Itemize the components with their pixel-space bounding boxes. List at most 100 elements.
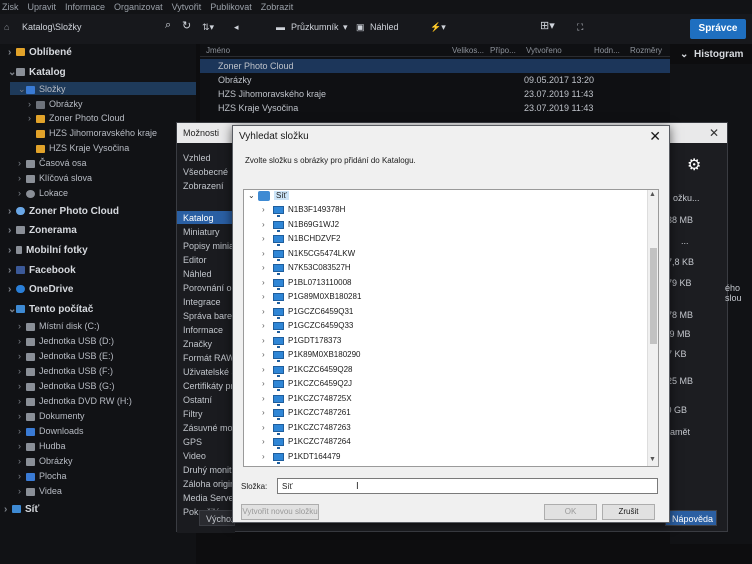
defaults-button[interactable]: Výchoz: [199, 510, 236, 526]
scrollbar-thumb[interactable]: [650, 248, 657, 344]
chevron-right-icon[interactable]: ›: [262, 278, 265, 287]
tree-item[interactable]: › P1KCZC748725X: [244, 393, 644, 407]
flash-icon[interactable]: ⚡▾: [430, 22, 446, 33]
back-icon[interactable]: ◂: [234, 22, 239, 33]
tree-item[interactable]: › P1GDT178373: [244, 335, 644, 349]
tree-item-zonerama[interactable]: › Zonerama: [8, 225, 77, 236]
column-header[interactable]: Hodn...: [594, 46, 620, 55]
chevron-right-icon[interactable]: ›: [262, 292, 265, 301]
nav-item[interactable]: Media Server: [183, 493, 237, 503]
menu-organizovat[interactable]: Organizovat: [114, 2, 163, 12]
grid-icon[interactable]: ⊞▾: [540, 19, 555, 32]
tree-item[interactable]: › P1BL0713110008: [244, 277, 644, 291]
chevron-right-icon[interactable]: ›: [262, 307, 265, 316]
chevron-right-icon[interactable]: ›: [262, 234, 265, 243]
spravce-button[interactable]: Správce: [690, 19, 746, 39]
menu-publikovat[interactable]: Publikovat: [210, 2, 252, 12]
nav-item[interactable]: Popisy minia: [183, 241, 237, 251]
tree-item[interactable]: › P1KCZC6459Q2J: [244, 378, 644, 392]
chevron-down-icon[interactable]: ⌄: [248, 191, 255, 200]
tree-item-hzs-jm[interactable]: HZS Jihomoravského kraje: [36, 128, 157, 138]
refresh-icon[interactable]: ↻: [182, 19, 191, 32]
tree-item-hzs-vys[interactable]: HZS Kraje Vysočina: [36, 143, 129, 153]
list-item[interactable]: Obrázky 09.05.2017 13:20: [200, 73, 670, 87]
column-header[interactable]: Velikos...: [452, 46, 484, 55]
tree-item[interactable]: › P1KDT164479: [244, 451, 644, 465]
tree-item-folder[interactable]: › Plocha: [18, 471, 67, 481]
sort-icon[interactable]: ⇅▾: [202, 22, 214, 33]
tree-item[interactable]: › P1KCZC7487261: [244, 407, 644, 421]
column-header[interactable]: Přípo...: [490, 46, 516, 55]
tree-item-mobilni[interactable]: › Mobilní fotky: [8, 245, 88, 256]
list-item[interactable]: HZS Kraje Vysočina 23.07.2019 11:43: [200, 101, 670, 115]
breadcrumb[interactable]: Katalog\Složky: [22, 22, 82, 32]
tree-item-root[interactable]: ⌄ Síť: [244, 190, 644, 204]
chevron-right-icon[interactable]: ›: [262, 350, 265, 359]
tree-item[interactable]: › N1BCHDZVF2: [244, 233, 644, 247]
column-header[interactable]: Jméno: [206, 46, 230, 55]
tree-item-folder[interactable]: › Hudba: [18, 441, 66, 451]
nav-item[interactable]: Video: [183, 451, 237, 461]
expand-icon[interactable]: ›: [8, 47, 16, 58]
nav-item[interactable]: Náhled: [183, 269, 237, 279]
tree-item-oblibene[interactable]: › Oblíbené: [8, 47, 72, 58]
tree-item-drive[interactable]: › Místní disk (C:): [18, 321, 100, 331]
tree-item[interactable]: › P1GCZC6459Q31: [244, 306, 644, 320]
chevron-right-icon[interactable]: ›: [262, 379, 265, 388]
fullscreen-icon[interactable]: ⛶: [577, 22, 583, 33]
scroll-down-icon[interactable]: ▼: [649, 456, 656, 463]
chevron-right-icon[interactable]: ›: [262, 365, 265, 374]
chevron-right-icon[interactable]: ›: [262, 249, 265, 258]
tree-item-katalog[interactable]: ⌄ Katalog: [8, 67, 66, 78]
chevron-right-icon[interactable]: ›: [262, 394, 265, 403]
tree-item-facebook[interactable]: › Facebook: [8, 265, 76, 276]
tree-item-folder[interactable]: › Videa: [18, 486, 62, 496]
tree-item-zoner-cloud-folder[interactable]: › Zoner Photo Cloud: [28, 113, 125, 123]
nav-item[interactable]: Filtry: [183, 409, 237, 419]
close-icon[interactable]: ✕: [709, 126, 719, 140]
tree-item-onedrive[interactable]: › OneDrive: [8, 284, 73, 295]
chevron-right-icon[interactable]: ›: [262, 408, 265, 417]
chevron-right-icon[interactable]: ›: [262, 263, 265, 272]
nav-item[interactable]: GPS: [183, 437, 237, 447]
chevron-right-icon[interactable]: ›: [262, 321, 265, 330]
menu-zobrazit[interactable]: Zobrazit: [261, 2, 294, 12]
pruzkumnik-button[interactable]: Průzkumník: [291, 22, 339, 32]
tree-item[interactable]: › P1KCZC6459Q28: [244, 364, 644, 378]
dropdown-icon[interactable]: ▾: [343, 22, 348, 33]
tree-item[interactable]: › N7K53C083527H: [244, 262, 644, 276]
nav-item[interactable]: Záloha origin: [183, 479, 237, 489]
tree-item[interactable]: › P1KCZC7487263: [244, 422, 644, 436]
tree-item-drive[interactable]: › Jednotka DVD RW (H:): [18, 396, 132, 406]
nav-item[interactable]: Porovnání ol: [183, 283, 237, 293]
new-folder-button[interactable]: Vytvořit novou složku: [241, 504, 319, 520]
gear-icon[interactable]: ⚙: [687, 155, 701, 175]
tree-item-drive[interactable]: › Jednotka USB (E:): [18, 351, 114, 361]
nav-item[interactable]: Editor: [183, 255, 237, 265]
tree-item-folder[interactable]: › Obrázky: [18, 456, 73, 466]
scroll-up-icon[interactable]: ▲: [649, 191, 656, 198]
nav-item-selected[interactable]: Katalog: [183, 213, 237, 223]
column-header[interactable]: Rozměry: [630, 46, 662, 55]
list-item[interactable]: Zoner Photo Cloud: [200, 59, 670, 73]
tree-item-folder[interactable]: › Downloads: [18, 426, 84, 436]
tree-item[interactable]: › N1B69G1WJ2: [244, 219, 644, 233]
menu-informace[interactable]: Informace: [65, 2, 105, 12]
tree-item-zoner-cloud[interactable]: › Zoner Photo Cloud: [8, 206, 119, 217]
menu-upravit[interactable]: Upravit: [28, 2, 57, 12]
tree-item[interactable]: › P1K89M0XB180290: [244, 349, 644, 363]
tree-item-obrazky[interactable]: › Obrázky: [28, 99, 83, 109]
chevron-right-icon[interactable]: ›: [262, 452, 265, 461]
folder-input[interactable]: Síť I: [277, 478, 658, 494]
vertical-scrollbar[interactable]: ▲ ▼: [647, 190, 658, 466]
close-icon[interactable]: ✕: [649, 128, 661, 145]
chevron-right-icon[interactable]: ›: [262, 336, 265, 345]
nav-item[interactable]: Miniatury: [183, 227, 237, 237]
tree-item-klicova-slova[interactable]: › Klíčová slova: [18, 173, 92, 183]
ok-button[interactable]: OK: [544, 504, 597, 520]
nav-item[interactable]: Integrace: [183, 297, 237, 307]
menu-zisk[interactable]: Zisk: [2, 2, 19, 12]
tree-item[interactable]: › P1GCZC6459Q33: [244, 320, 644, 334]
menu-vytvorit[interactable]: Vytvořit: [172, 2, 202, 12]
home-icon[interactable]: ⌂: [4, 22, 9, 32]
